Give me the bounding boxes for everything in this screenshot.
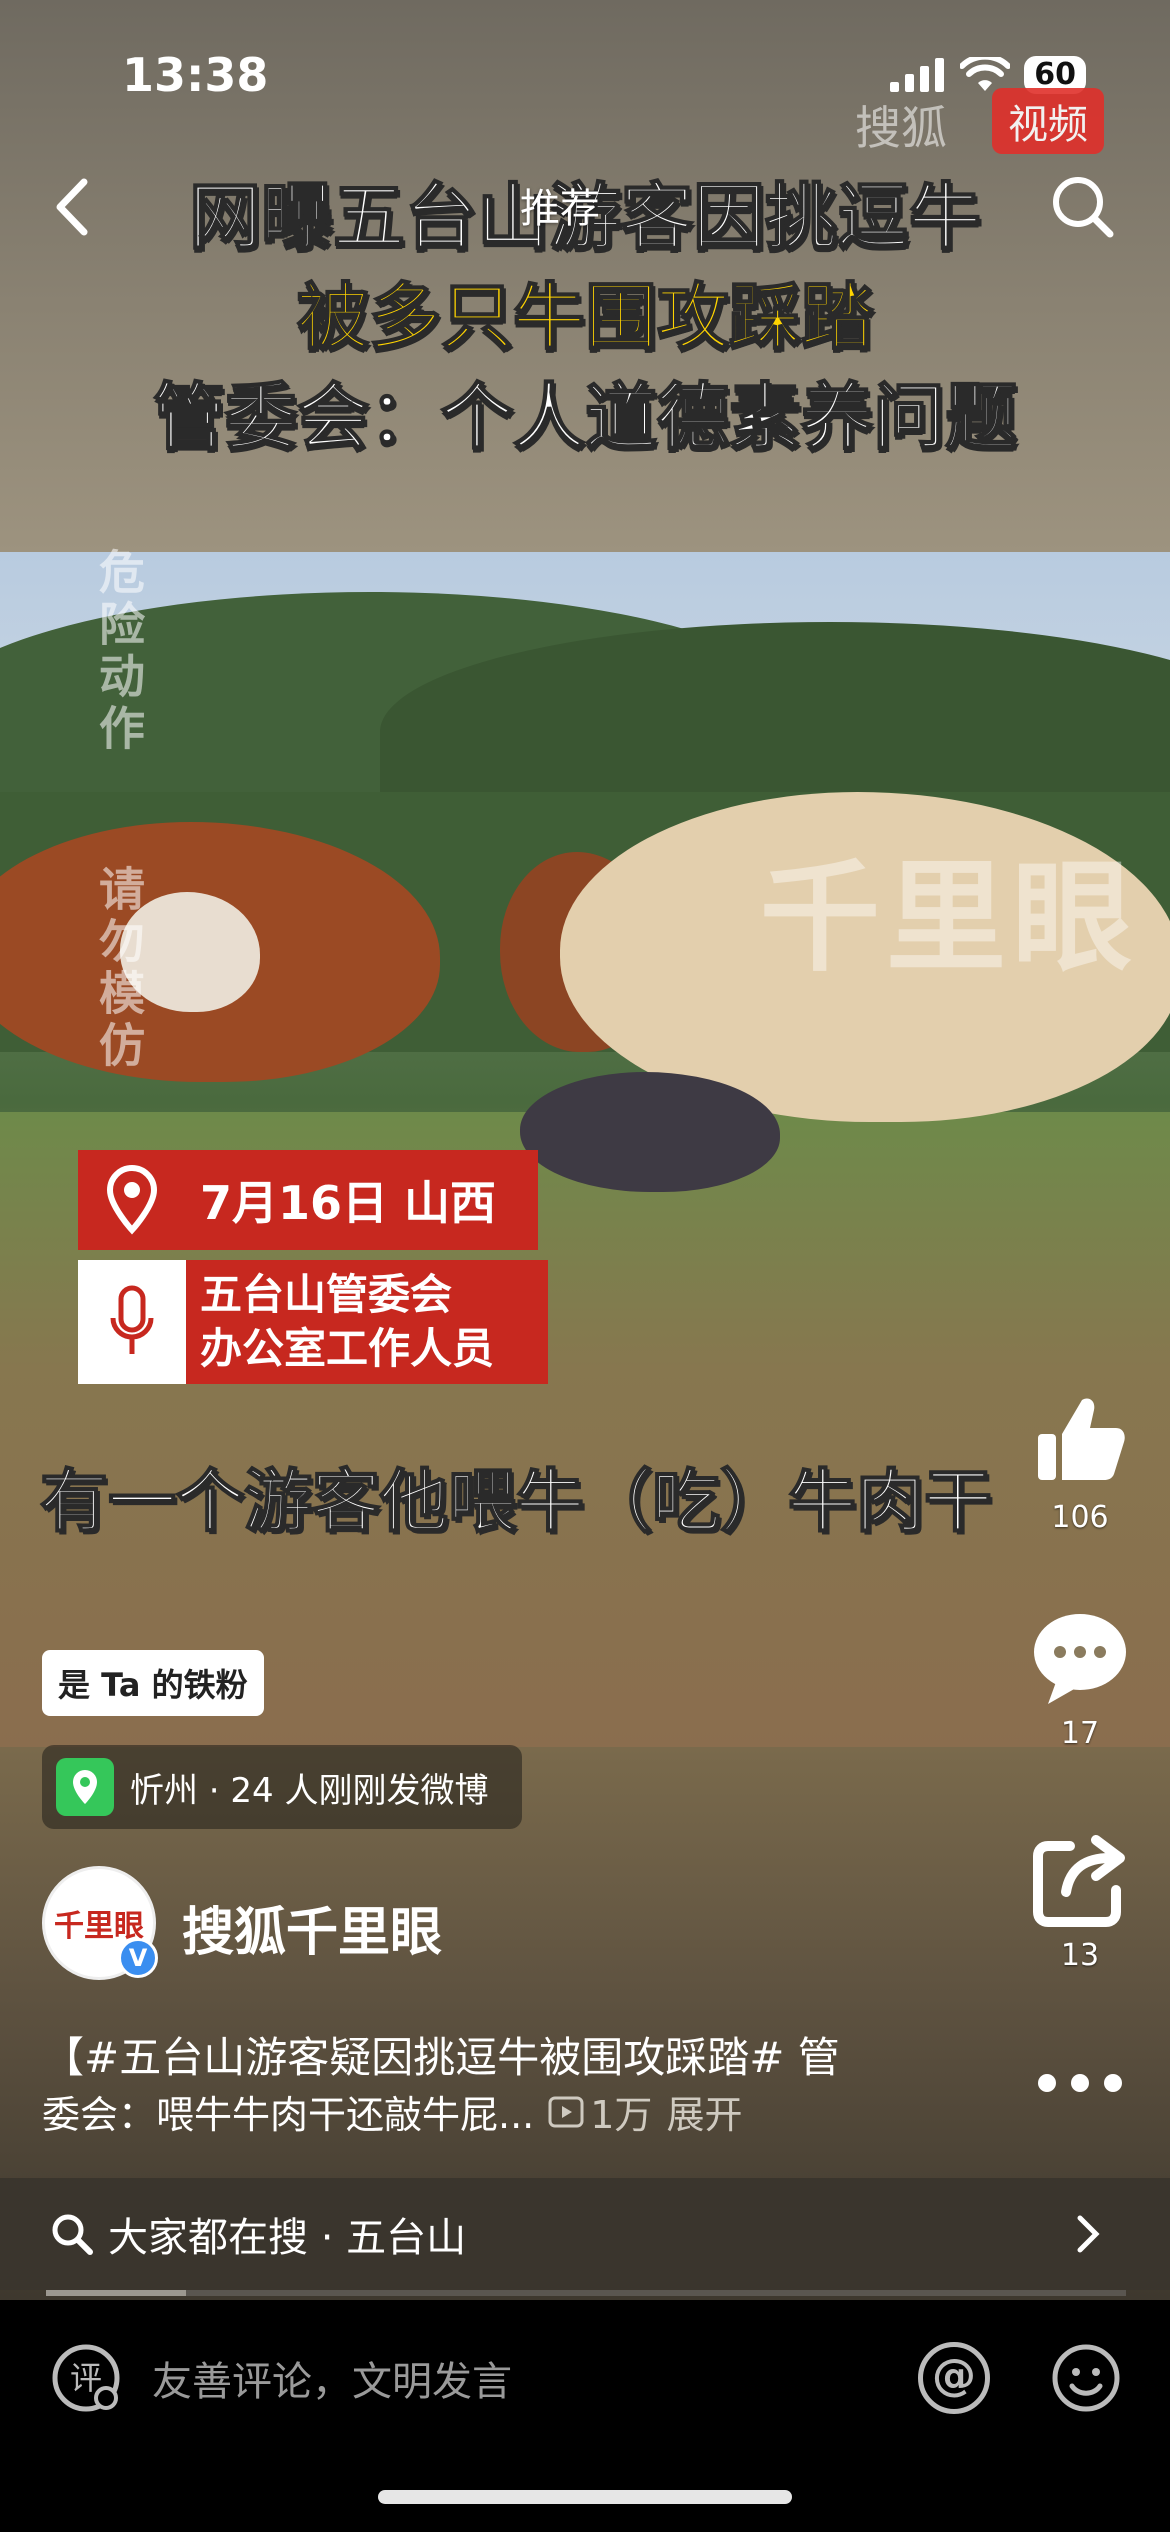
speaker-line-1: 五台山管委会	[200, 1270, 453, 1319]
date-tag-text: 7月16日 山西	[200, 1176, 497, 1230]
caption-line-2-text: 委会：喂牛牛肉干还敲牛屁...	[42, 2093, 535, 2137]
share-count: 13	[1060, 1938, 1100, 1973]
video-watermark: 千里眼	[760, 849, 1138, 988]
comment-input[interactable]: 评 友善评论，文明发言	[50, 2338, 910, 2418]
speaker-tag-text: 五台山管委会 办公室工作人员	[200, 1268, 494, 1376]
signal-icon	[890, 58, 945, 92]
comment-count: 17	[1060, 1716, 1100, 1751]
like-button[interactable]: 106	[1030, 1390, 1130, 1535]
fan-badge: 是 Ta 的铁粉	[42, 1650, 264, 1716]
location-pin-icon	[56, 1758, 114, 1816]
caption-line-2: 委会：喂牛牛肉干还敲牛屁... 1万 展开	[42, 2084, 742, 2139]
comment-button[interactable]: 17	[1030, 1610, 1130, 1751]
comment-placeholder: 友善评论，文明发言	[152, 2359, 512, 2405]
chevron-right-icon	[1077, 2215, 1100, 2253]
speaker-tag: 五台山管委会 办公室工作人员	[78, 1260, 548, 1384]
emoji-button[interactable]	[1050, 2342, 1122, 2414]
tab-recommend[interactable]: 推荐	[520, 176, 600, 234]
verified-badge: V	[118, 1938, 158, 1978]
brand-watermark: 搜狐	[855, 101, 947, 155]
video-progress-bar[interactable]	[46, 2290, 1126, 2296]
at-button[interactable]: @	[918, 2342, 990, 2414]
warning-text-1: 危险动作	[92, 548, 146, 756]
headline-line-3: 管委会：个人道德素养问题	[152, 374, 1018, 460]
back-icon	[56, 178, 88, 236]
hot-search-label: 大家都在搜 · 五台山	[108, 2215, 467, 2261]
thumb-up-icon	[1038, 1398, 1125, 1480]
brand-badge: 视频	[992, 88, 1104, 154]
caption-line-1: 【#五台山游客疑因挑逗牛被围攻踩踏# 管	[42, 2033, 840, 2082]
warning-text-2: 请勿模仿	[92, 865, 146, 1073]
comment-icon	[1034, 1614, 1126, 1704]
search-icon	[1053, 177, 1114, 238]
video-subtitle: 有一个游客他喂牛（吃）牛肉干	[39, 1462, 993, 1543]
microphone-icon	[78, 1260, 186, 1384]
location-pill[interactable]: 忻州 · 24 人刚刚发微博	[42, 1745, 522, 1829]
video-progress-fill	[46, 2290, 187, 2296]
more-icon	[1038, 2074, 1122, 2092]
back-button[interactable]	[44, 172, 104, 242]
more-button[interactable]	[1030, 2060, 1130, 2100]
play-count: 1万	[548, 2084, 652, 2139]
share-button[interactable]: 13	[1030, 1832, 1130, 1973]
like-count: 106	[1051, 1500, 1109, 1535]
hot-search-bar[interactable]: 大家都在搜 · 五台山	[0, 2178, 1170, 2290]
headline-line-2: 被多只牛围攻踩踏	[296, 274, 874, 360]
search-icon	[52, 2214, 93, 2255]
fallen-person	[520, 1072, 780, 1192]
play-count-value: 1万	[590, 2093, 653, 2137]
comment-edit-icon: 评	[52, 2344, 120, 2412]
speaker-line-2: 办公室工作人员	[200, 1324, 495, 1373]
at-icon: @	[932, 2350, 976, 2401]
location-text: 忻州 · 24 人刚刚发微博	[130, 1770, 489, 1811]
emoji-icon	[1052, 2344, 1120, 2412]
author-name[interactable]: 搜狐千里眼	[182, 1890, 442, 1965]
search-button[interactable]	[1048, 172, 1118, 242]
date-location-tag: 7月16日 山西	[78, 1150, 538, 1250]
location-pin-icon	[78, 1150, 186, 1250]
home-indicator[interactable]	[378, 2490, 792, 2504]
expand-link[interactable]: 展开	[666, 2084, 742, 2139]
share-icon	[1033, 1835, 1125, 1927]
status-time: 13:38	[122, 48, 269, 102]
play-icon	[548, 2096, 584, 2127]
